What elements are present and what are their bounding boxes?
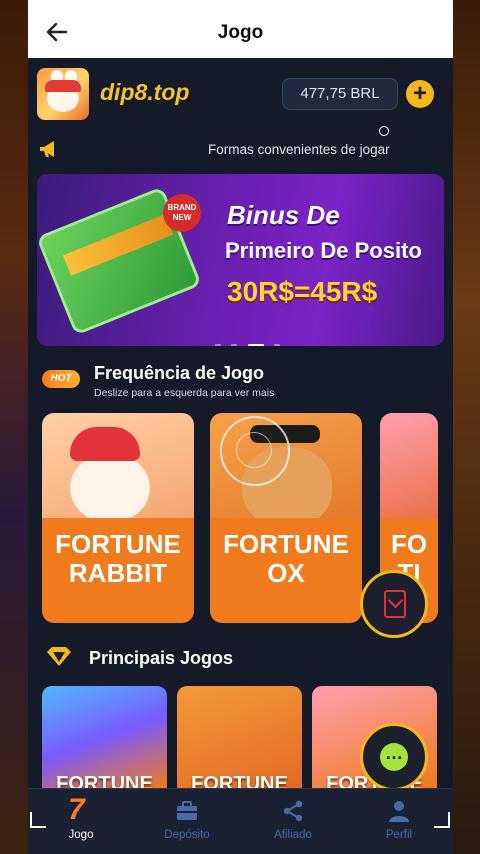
- envelope-icon: [384, 590, 406, 618]
- top-bar: dip8.top 477,75 BRL +: [28, 58, 453, 130]
- game-art: [380, 413, 438, 533]
- notice-text: Formas convenientes de jogar: [208, 142, 390, 157]
- game-name: FORTUNE: [191, 773, 288, 788]
- frame-corner: [30, 812, 46, 828]
- page-title: Jogo: [217, 22, 264, 43]
- notice-bar: Formas convenientes de jogar: [28, 130, 453, 170]
- section-subtitle: Deslize para a esquerda para ver mais: [94, 387, 275, 399]
- game-card-fortune-rabbit[interactable]: FORTUNE RABBIT: [42, 413, 194, 623]
- main-content[interactable]: dip8.top 477,75 BRL + Formas conveniente…: [28, 58, 453, 791]
- diamond-icon: [47, 647, 71, 666]
- frame-corner: [434, 34, 450, 50]
- red-envelope-button[interactable]: [360, 570, 428, 638]
- frame-corner: [30, 34, 46, 50]
- frequency-section-header: HOT Frequência de Jogo Deslize para a es…: [28, 358, 453, 408]
- support-chat-button[interactable]: [360, 723, 428, 791]
- carousel-dot[interactable]: [215, 344, 221, 346]
- game-name: FORTUNE RABBIT: [42, 518, 194, 623]
- banner-line-1: Binus De: [227, 200, 340, 230]
- nav-label: Depósito: [164, 829, 210, 841]
- section-title: Principais Jogos: [89, 648, 234, 668]
- touch-ring-inner: [236, 432, 272, 468]
- nav-label: Perfil: [385, 829, 413, 841]
- principal-section-header: Principais Jogos: [28, 640, 453, 680]
- game-art: [42, 413, 194, 533]
- header: Jogo: [28, 8, 453, 58]
- hot-badge: HOT: [42, 370, 80, 388]
- app-screen: Jogo dip8.top 477,75 BRL + Formas conven…: [28, 0, 453, 854]
- backdrop-left: [0, 0, 28, 854]
- game-name: FORTUNE: [56, 773, 153, 788]
- carousel-dots[interactable]: [215, 334, 286, 346]
- brand-name: dip8.top: [100, 79, 190, 105]
- briefcase-icon: [177, 801, 197, 820]
- banner-line-2: Primeiro De Posito: [225, 238, 422, 263]
- chat-bubble-icon: [380, 743, 408, 771]
- game-tile[interactable]: FORTUNE: [42, 686, 167, 788]
- seven-icon: 7: [68, 793, 85, 826]
- frame-corner: [434, 812, 450, 828]
- bottom-nav: 7 Jogo Depósito Afiliado Perfil: [28, 788, 453, 854]
- game-name: FORTUNE OX: [210, 518, 362, 623]
- status-bar: [28, 0, 453, 8]
- banner-line-3: 30R$=45R$: [227, 276, 378, 307]
- carousel-dot-active[interactable]: [247, 344, 264, 346]
- add-funds-button[interactable]: +: [406, 80, 434, 108]
- touch-indicator: [379, 126, 389, 136]
- nav-label: Jogo: [68, 829, 94, 841]
- nav-item-deposito[interactable]: Depósito: [134, 789, 240, 854]
- nav-item-afiliado[interactable]: Afiliado: [240, 789, 346, 854]
- balance-display[interactable]: 477,75 BRL: [282, 78, 398, 110]
- brand-new-badge: BRAND NEW: [163, 194, 201, 232]
- app-logo[interactable]: [37, 68, 89, 120]
- game-tile[interactable]: FORTUNE: [177, 686, 302, 788]
- carousel-dot[interactable]: [274, 344, 281, 346]
- share-icon: [283, 800, 303, 822]
- carousel-dot[interactable]: [231, 344, 238, 346]
- promo-banner[interactable]: BRAND NEW Binus De Primeiro De Posito 30…: [37, 174, 444, 346]
- backdrop-right: [452, 0, 480, 854]
- user-icon: [389, 801, 409, 822]
- megaphone-icon: [40, 141, 54, 157]
- nav-label: Afiliado: [274, 829, 312, 841]
- section-title: Frequência de Jogo: [94, 363, 265, 383]
